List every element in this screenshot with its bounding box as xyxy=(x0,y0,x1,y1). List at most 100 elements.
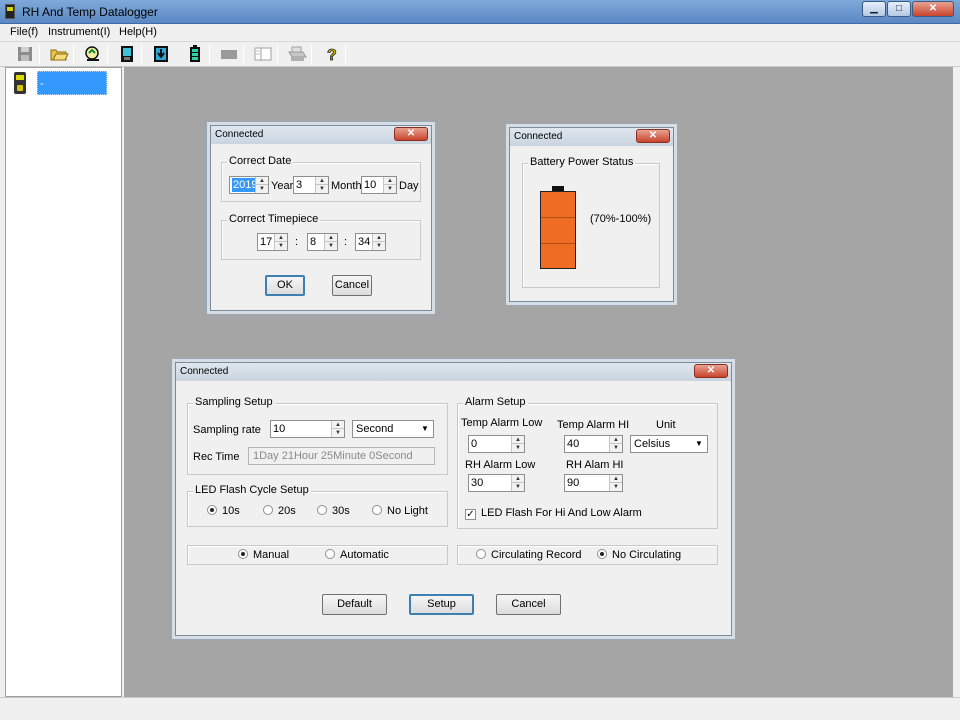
battery-status-group: Battery Power Status (70%-100%) xyxy=(522,156,660,288)
temp-alarm-hi-value: 40 xyxy=(567,438,580,450)
no-circulating-radio[interactable]: No Circulating xyxy=(597,549,681,561)
second-stepper[interactable]: 34 ▲ ▼ xyxy=(355,233,386,251)
rh-alarm-hi-label: RH Alam HI xyxy=(566,459,624,471)
time-separator: : xyxy=(344,236,348,248)
day-value: 10 xyxy=(364,179,377,191)
dialog-title: Connected xyxy=(176,363,731,381)
battery-status-text: (70%-100%) xyxy=(590,213,652,225)
menu-help[interactable]: Help(H) xyxy=(119,26,157,38)
radio-label: Circulating Record xyxy=(491,549,582,561)
checkbox-label: LED Flash For Hi And Low Alarm xyxy=(481,507,642,519)
led-radio-10s[interactable]: 10s xyxy=(207,505,240,517)
group-label: Battery Power Status xyxy=(528,156,636,168)
print-icon[interactable] xyxy=(287,45,307,63)
cancel-button[interactable]: Cancel xyxy=(332,275,372,296)
temp-alarm-hi-label: Temp Alarm HI xyxy=(557,419,630,431)
menu-bar: File(f) Instrument(I) Help(H) xyxy=(0,24,960,42)
rec-time-label: Rec Time xyxy=(193,451,240,463)
rh-alarm-low-stepper[interactable]: 30 ▲ ▼ xyxy=(468,474,525,492)
year-stepper[interactable]: 2019 ▲ ▼ xyxy=(229,176,269,194)
temp-alarm-low-stepper[interactable]: 0 ▲ ▼ xyxy=(468,435,525,453)
date-time-dialog: Connected ✕ Correct Date 2019 ▲ ▼ Year 3 … xyxy=(210,125,432,311)
second-value: 34 xyxy=(358,236,371,248)
sampling-unit-value: Second xyxy=(356,423,394,435)
menu-file[interactable]: File(f) xyxy=(10,26,38,38)
right-edge xyxy=(953,67,960,697)
title-bar: RH And Temp Datalogger ▁ □ ✕ xyxy=(0,0,960,24)
ok-button[interactable]: OK xyxy=(265,275,305,296)
led-radio-20s[interactable]: 20s xyxy=(263,505,296,517)
instrument-icon xyxy=(14,72,26,94)
temp-alarm-low-value: 0 xyxy=(471,438,478,450)
panel-icon[interactable] xyxy=(253,45,273,63)
manual-radio[interactable]: Manual xyxy=(238,549,289,561)
stop-icon[interactable] xyxy=(219,45,239,63)
rh-alarm-hi-value: 90 xyxy=(567,477,580,489)
hour-stepper[interactable]: 17 ▲ ▼ xyxy=(257,233,288,251)
record-mode-group: Circulating Record No Circulating xyxy=(457,545,718,565)
rh-alarm-low-label: RH Alarm Low xyxy=(465,459,536,471)
download-icon[interactable] xyxy=(151,45,171,63)
setup-dialog: Connected ✕ Sampling Setup Sampling rate… xyxy=(175,362,732,636)
sampling-rate-stepper[interactable]: 10 ▲ ▼ xyxy=(270,420,345,438)
open-folder-icon[interactable] xyxy=(49,45,69,63)
search-icon[interactable] xyxy=(83,45,103,63)
led-alarm-checkbox[interactable]: ✓ LED Flash For Hi And Low Alarm xyxy=(465,507,642,520)
chevron-down-icon: ▼ xyxy=(695,439,703,448)
sampling-setup-group: Sampling Setup Sampling rate 10 ▲ ▼ Secon… xyxy=(187,396,448,475)
save-icon[interactable] xyxy=(15,45,35,63)
group-label: Correct Date xyxy=(227,155,294,167)
help-icon[interactable]: ? xyxy=(321,45,341,65)
rh-alarm-low-value: 30 xyxy=(471,477,484,489)
chevron-down-icon: ▼ xyxy=(421,424,429,433)
minute-value: 8 xyxy=(310,236,317,248)
battery-icon[interactable] xyxy=(185,45,205,63)
temp-alarm-hi-stepper[interactable]: 40 ▲ ▼ xyxy=(564,435,623,453)
device-icon[interactable] xyxy=(117,45,137,63)
minute-stepper[interactable]: 8 ▲ ▼ xyxy=(307,233,338,251)
radio-label: Automatic xyxy=(340,549,389,561)
unit-select[interactable]: Celsius ▼ xyxy=(630,435,708,453)
battery-gauge xyxy=(540,191,576,269)
rh-alarm-hi-stepper[interactable]: 90 ▲ ▼ xyxy=(564,474,623,492)
status-bar xyxy=(0,697,960,720)
led-radio-no-light[interactable]: No Light xyxy=(372,505,428,517)
default-button[interactable]: Default xyxy=(322,594,387,615)
unit-value: Celsius xyxy=(634,438,671,450)
battery-dialog: Connected ✕ Battery Power Status (70%-10… xyxy=(509,127,674,302)
radio-label: 10s xyxy=(222,505,240,517)
radio-label: 30s xyxy=(332,505,350,517)
close-icon[interactable]: ✕ xyxy=(394,127,428,141)
led-radio-30s[interactable]: 30s xyxy=(317,505,350,517)
day-stepper[interactable]: 10 ▲ ▼ xyxy=(361,176,397,194)
radio-label: No Light xyxy=(387,505,428,517)
sampling-unit-select[interactable]: Second ▼ xyxy=(352,420,434,438)
menu-instrument[interactable]: Instrument(I) xyxy=(48,26,110,38)
tree-item-instrument[interactable]: -INSTRUMENT xyxy=(37,71,112,114)
day-label: Day xyxy=(399,180,419,192)
month-stepper[interactable]: 3 ▲ ▼ xyxy=(293,176,329,194)
automatic-radio[interactable]: Automatic xyxy=(325,549,389,561)
setup-button[interactable]: Setup xyxy=(409,594,474,615)
month-label: Month xyxy=(331,180,362,192)
group-label: Correct Timepiece xyxy=(227,213,321,225)
radio-label: Manual xyxy=(253,549,290,561)
sampling-rate-label: Sampling rate xyxy=(193,424,261,436)
circulating-record-radio[interactable]: Circulating Record xyxy=(476,549,581,561)
minimize-button[interactable]: ▁ xyxy=(862,1,886,17)
led-flash-cycle-group: LED Flash Cycle Setup 10s 20s 30s No Lig… xyxy=(187,484,448,527)
svg-text:?: ? xyxy=(327,47,337,63)
alarm-setup-group: Alarm Setup Temp Alarm Low 0 ▲ ▼ Temp Ala… xyxy=(457,396,718,529)
close-icon[interactable]: ✕ xyxy=(636,129,670,143)
app-icon xyxy=(5,4,15,19)
cancel-button[interactable]: Cancel xyxy=(496,594,561,615)
window-title: RH And Temp Datalogger xyxy=(22,5,158,19)
close-button[interactable]: ✕ xyxy=(912,1,954,17)
mode-group: Manual Automatic xyxy=(187,545,448,565)
close-icon[interactable]: ✕ xyxy=(694,364,728,378)
group-label: Sampling Setup xyxy=(193,396,275,408)
correct-timepiece-group: Correct Timepiece 17 ▲ ▼ : 8 ▲ ▼ : 34 ▲ ▼ xyxy=(221,213,421,260)
correct-date-group: Correct Date 2019 ▲ ▼ Year 3 ▲ ▼ Month 10 … xyxy=(221,155,421,202)
maximize-button[interactable]: □ xyxy=(887,1,911,17)
group-label: LED Flash Cycle Setup xyxy=(193,484,311,496)
